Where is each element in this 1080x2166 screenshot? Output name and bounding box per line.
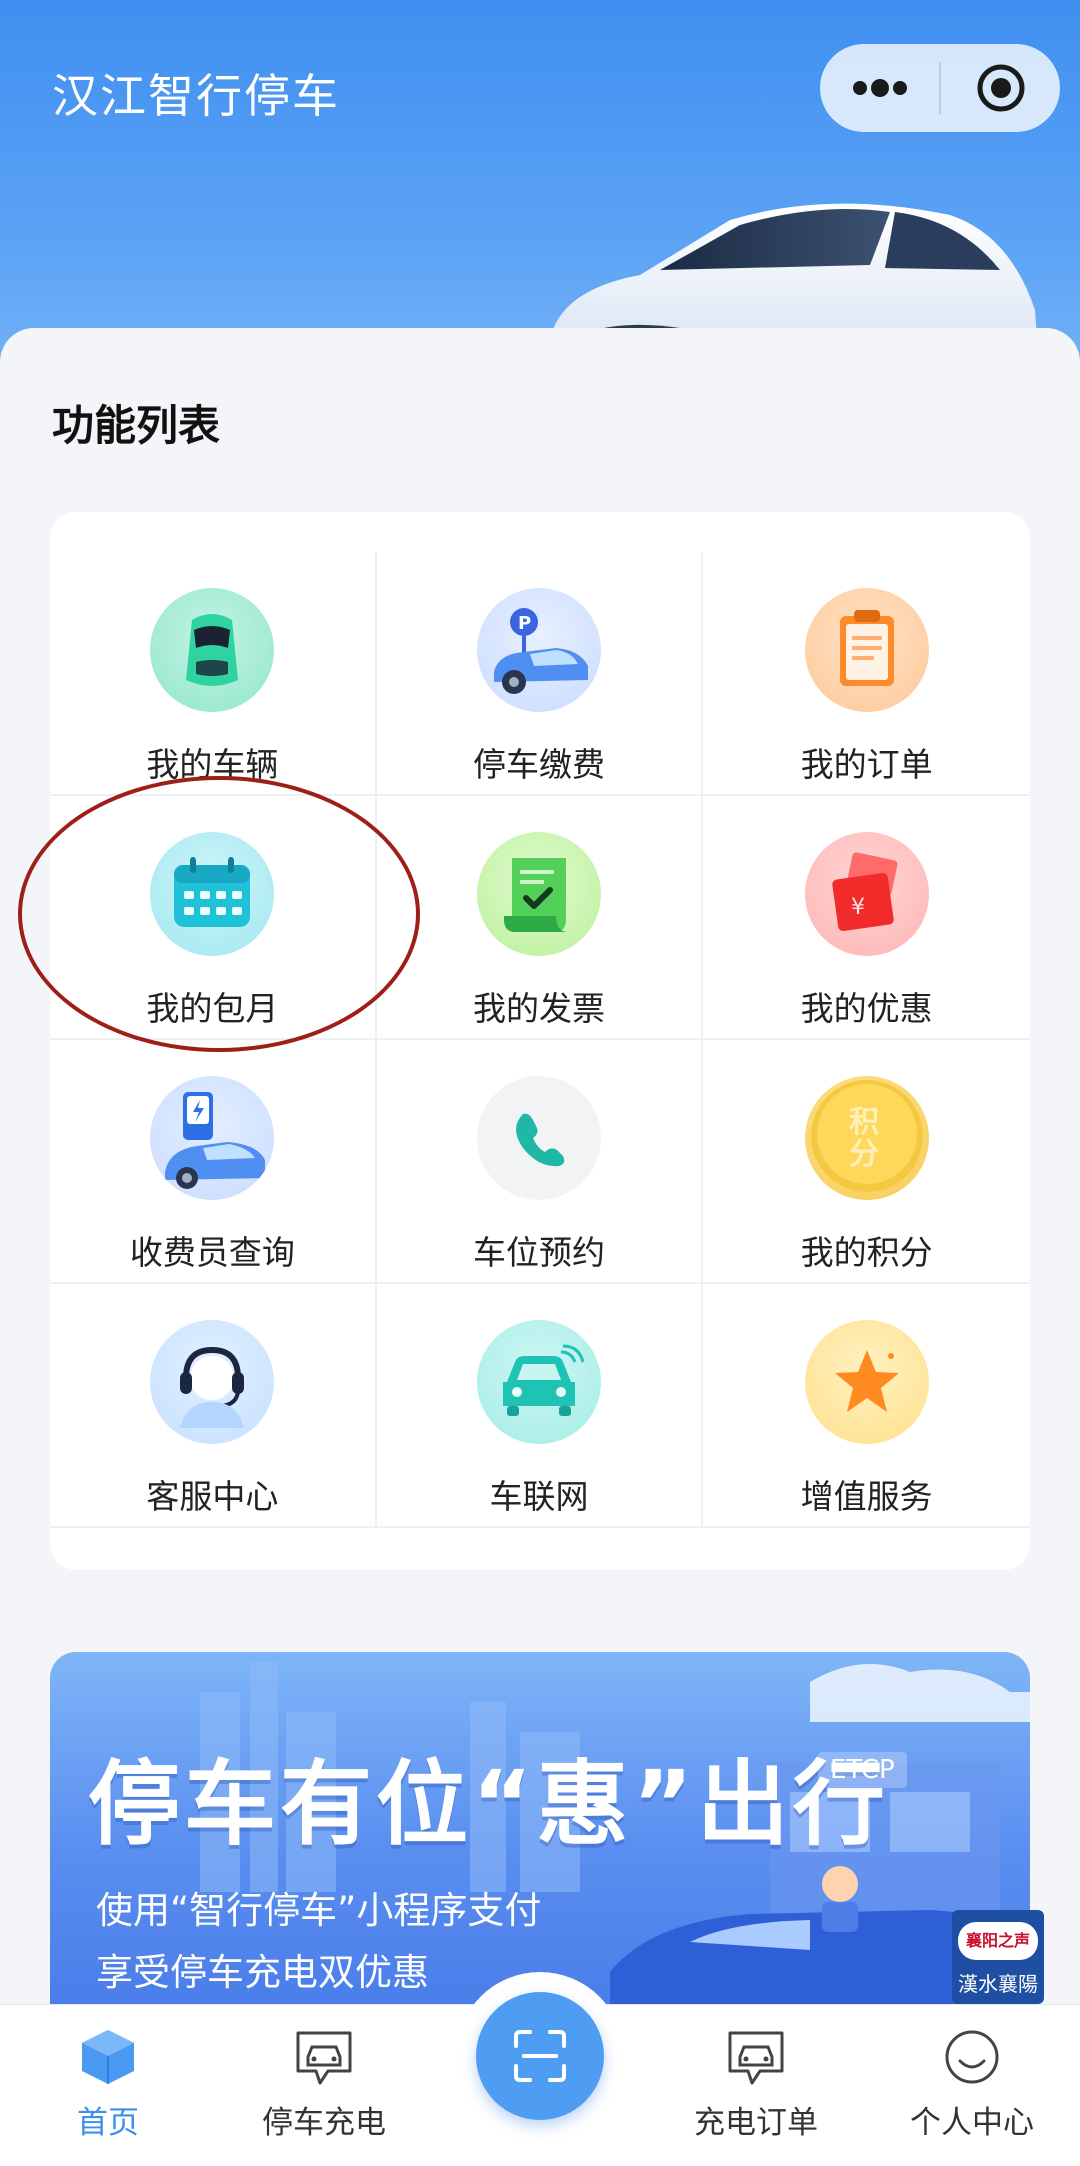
feature-value-added-services[interactable]: 增值服务 bbox=[703, 1284, 1030, 1528]
etcp-tag: ETCP bbox=[818, 1752, 907, 1788]
star-icon bbox=[804, 1320, 929, 1444]
coupon-yen-icon: ¥ bbox=[804, 832, 929, 956]
tab-profile[interactable]: 个人中心 bbox=[872, 2005, 1072, 2166]
target-circle-icon bbox=[977, 64, 1024, 112]
home-cube-icon bbox=[76, 2027, 140, 2087]
feature-my-coupons[interactable]: ¥ 我的优惠 bbox=[703, 796, 1030, 1040]
headset-icon bbox=[150, 1320, 275, 1444]
feature-label: 收费员查询 bbox=[129, 1233, 295, 1272]
feature-toll-collector-query[interactable]: 收费员查询 bbox=[50, 1040, 377, 1284]
connected-car-icon bbox=[476, 1320, 601, 1444]
parking-charge-icon bbox=[292, 2027, 356, 2087]
banner-line-1: 使用“智行停车”小程序支付 bbox=[96, 1889, 542, 1932]
more-button[interactable] bbox=[820, 44, 939, 132]
invoice-check-icon bbox=[476, 832, 601, 956]
tab-label: 个人中心 bbox=[910, 2105, 1034, 2141]
profile-icon bbox=[940, 2027, 1004, 2087]
svg-text:分: 分 bbox=[849, 1137, 879, 1172]
feature-monthly-pass[interactable]: 我的包月 bbox=[50, 796, 377, 1040]
feature-my-vehicle[interactable]: 我的车辆 bbox=[50, 552, 377, 796]
points-coin-icon: 积 分 bbox=[804, 1076, 929, 1200]
app-title: 汉江智行停车 bbox=[52, 69, 340, 123]
charging-station-icon bbox=[150, 1076, 275, 1200]
feature-space-reservation[interactable]: 车位预约 bbox=[376, 1040, 704, 1284]
scan-icon bbox=[514, 2030, 566, 2082]
calendar-icon bbox=[150, 832, 275, 956]
feature-label: 停车缴费 bbox=[472, 745, 605, 784]
tab-charge-orders[interactable]: 充电订单 bbox=[656, 2005, 856, 2166]
feature-my-orders[interactable]: 我的订单 bbox=[703, 552, 1030, 796]
banner-headline: 停车有位“惠”出行 bbox=[88, 1751, 889, 1858]
feature-label: 我的车辆 bbox=[146, 745, 279, 784]
promo-banner[interactable]: 停车有位“惠”出行 ETCP 使用“智行停车”小程序支付 享受停车充电双优惠 bbox=[50, 1652, 1030, 2012]
feature-label: 车联网 bbox=[489, 1477, 589, 1516]
tab-parking-charging[interactable]: 停车充电 bbox=[224, 2005, 424, 2166]
feature-card: 我的车辆 P 停车缴费 我的订单 我的包月 我的发票 ¥ 我的优惠 收费员查询 … bbox=[50, 512, 1030, 1570]
banner-line-2: 享受停车充电双优惠 bbox=[96, 1951, 429, 1994]
watermark-logo: 襄阳之声 漢水襄陽 bbox=[952, 1910, 1044, 2004]
watermark-bottom-text: 漢水襄陽 bbox=[958, 1972, 1038, 1996]
feature-iov[interactable]: 车联网 bbox=[376, 1284, 704, 1528]
feature-label: 车位预约 bbox=[472, 1233, 605, 1272]
phone-icon bbox=[476, 1076, 601, 1200]
feature-my-points[interactable]: 积 分 我的积分 bbox=[703, 1040, 1030, 1284]
feature-parking-payment[interactable]: P 停车缴费 bbox=[376, 552, 704, 796]
charge-order-icon bbox=[724, 2027, 788, 2087]
feature-customer-service[interactable]: 客服中心 bbox=[50, 1284, 377, 1528]
tab-label: 停车充电 bbox=[262, 2105, 386, 2141]
parking-car-icon: P bbox=[476, 588, 601, 712]
svg-text:积: 积 bbox=[849, 1105, 879, 1140]
feature-label: 我的包月 bbox=[146, 989, 279, 1028]
feature-label: 增值服务 bbox=[800, 1477, 933, 1516]
more-dots-icon bbox=[852, 79, 907, 97]
tab-home[interactable]: 首页 bbox=[8, 2005, 208, 2166]
tab-label: 首页 bbox=[77, 2105, 139, 2141]
car-top-icon bbox=[150, 588, 275, 712]
feature-label: 我的订单 bbox=[800, 745, 933, 784]
scan-button[interactable] bbox=[476, 1992, 604, 2120]
clipboard-icon bbox=[804, 588, 929, 712]
section-title: 功能列表 bbox=[52, 401, 221, 450]
close-button[interactable] bbox=[941, 44, 1060, 132]
feature-label: 我的发票 bbox=[472, 989, 605, 1028]
feature-label: 我的积分 bbox=[800, 1233, 933, 1272]
svg-text:¥: ¥ bbox=[851, 895, 865, 920]
feature-my-invoices[interactable]: 我的发票 bbox=[376, 796, 704, 1040]
feature-grid: 我的车辆 P 停车缴费 我的订单 我的包月 我的发票 ¥ 我的优惠 收费员查询 … bbox=[50, 552, 1030, 1528]
svg-text:P: P bbox=[518, 613, 531, 634]
tab-label: 充电订单 bbox=[694, 2105, 818, 2141]
feature-label: 我的优惠 bbox=[800, 989, 933, 1028]
mini-program-capsule bbox=[820, 44, 1060, 132]
watermark-top-text: 襄阳之声 bbox=[958, 1922, 1038, 1960]
feature-label: 客服中心 bbox=[146, 1477, 279, 1516]
